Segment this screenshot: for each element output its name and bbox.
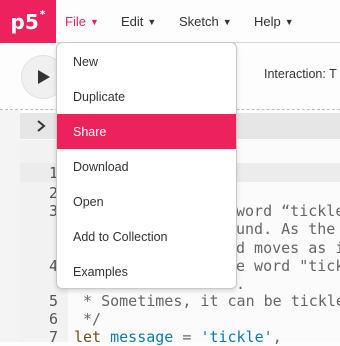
menu-sketch-label: Sketch <box>179 14 219 29</box>
menu-help-label: Help <box>254 14 281 29</box>
caret-down-icon: ▼ <box>284 16 294 27</box>
caret-down-icon: ▼ <box>147 16 157 27</box>
code-string: 'tickle' <box>200 328 273 346</box>
code-identifier: message <box>110 328 174 346</box>
code-line: d moves as i <box>236 239 340 257</box>
menu-file[interactable]: File ▼ <box>65 0 99 43</box>
logo-star: * <box>39 8 46 21</box>
file-menu-add-to-collection[interactable]: Add to Collection <box>57 219 236 254</box>
line-number: 6 <box>48 310 58 328</box>
chevron-right-icon <box>37 120 46 132</box>
file-menu-share[interactable]: Share <box>57 114 236 149</box>
expand-sidebar-button[interactable] <box>28 115 54 137</box>
code-line: und. As the <box>236 220 336 238</box>
code-line: word “tickle <box>236 202 340 220</box>
file-menu-examples[interactable]: Examples <box>57 254 236 288</box>
line-number: 5 <box>48 292 58 310</box>
code-keyword: let <box>74 328 102 346</box>
file-menu-new[interactable]: New <box>57 44 236 79</box>
menu-edit[interactable]: Edit ▼ <box>121 0 156 43</box>
code-punct: , <box>272 328 282 346</box>
file-menu-dropdown: New Duplicate Share Download Open Add to… <box>56 42 237 289</box>
logo-text: p5 <box>10 9 39 34</box>
code-line: * Sometimes, it can be tickle <box>74 292 340 310</box>
menu-file-label: File <box>65 14 86 29</box>
top-nav: p5 * File ▼ Edit ▼ Sketch ▼ Help ▼ <box>0 0 340 43</box>
file-menu-open[interactable]: Open <box>57 184 236 219</box>
interaction-label[interactable]: Interaction: T <box>264 67 337 81</box>
code-line: e word "tick <box>236 257 340 275</box>
caret-down-icon: ▼ <box>89 16 99 27</box>
play-icon <box>38 70 50 84</box>
code-line: */ <box>74 310 102 328</box>
code-operator: = <box>173 328 201 346</box>
sidebar-strip <box>0 110 20 342</box>
code-line: let message = 'tickle', <box>74 328 282 346</box>
menu-edit-label: Edit <box>121 14 144 29</box>
file-menu-duplicate[interactable]: Duplicate <box>57 79 236 114</box>
p5-logo[interactable]: p5 * <box>0 0 56 43</box>
code-line: . <box>236 275 246 293</box>
menu-help[interactable]: Help ▼ <box>254 0 294 43</box>
file-menu-download[interactable]: Download <box>57 149 236 184</box>
menu-sketch[interactable]: Sketch ▼ <box>179 0 232 43</box>
caret-down-icon: ▼ <box>222 16 232 27</box>
line-number: 7 <box>48 328 58 346</box>
